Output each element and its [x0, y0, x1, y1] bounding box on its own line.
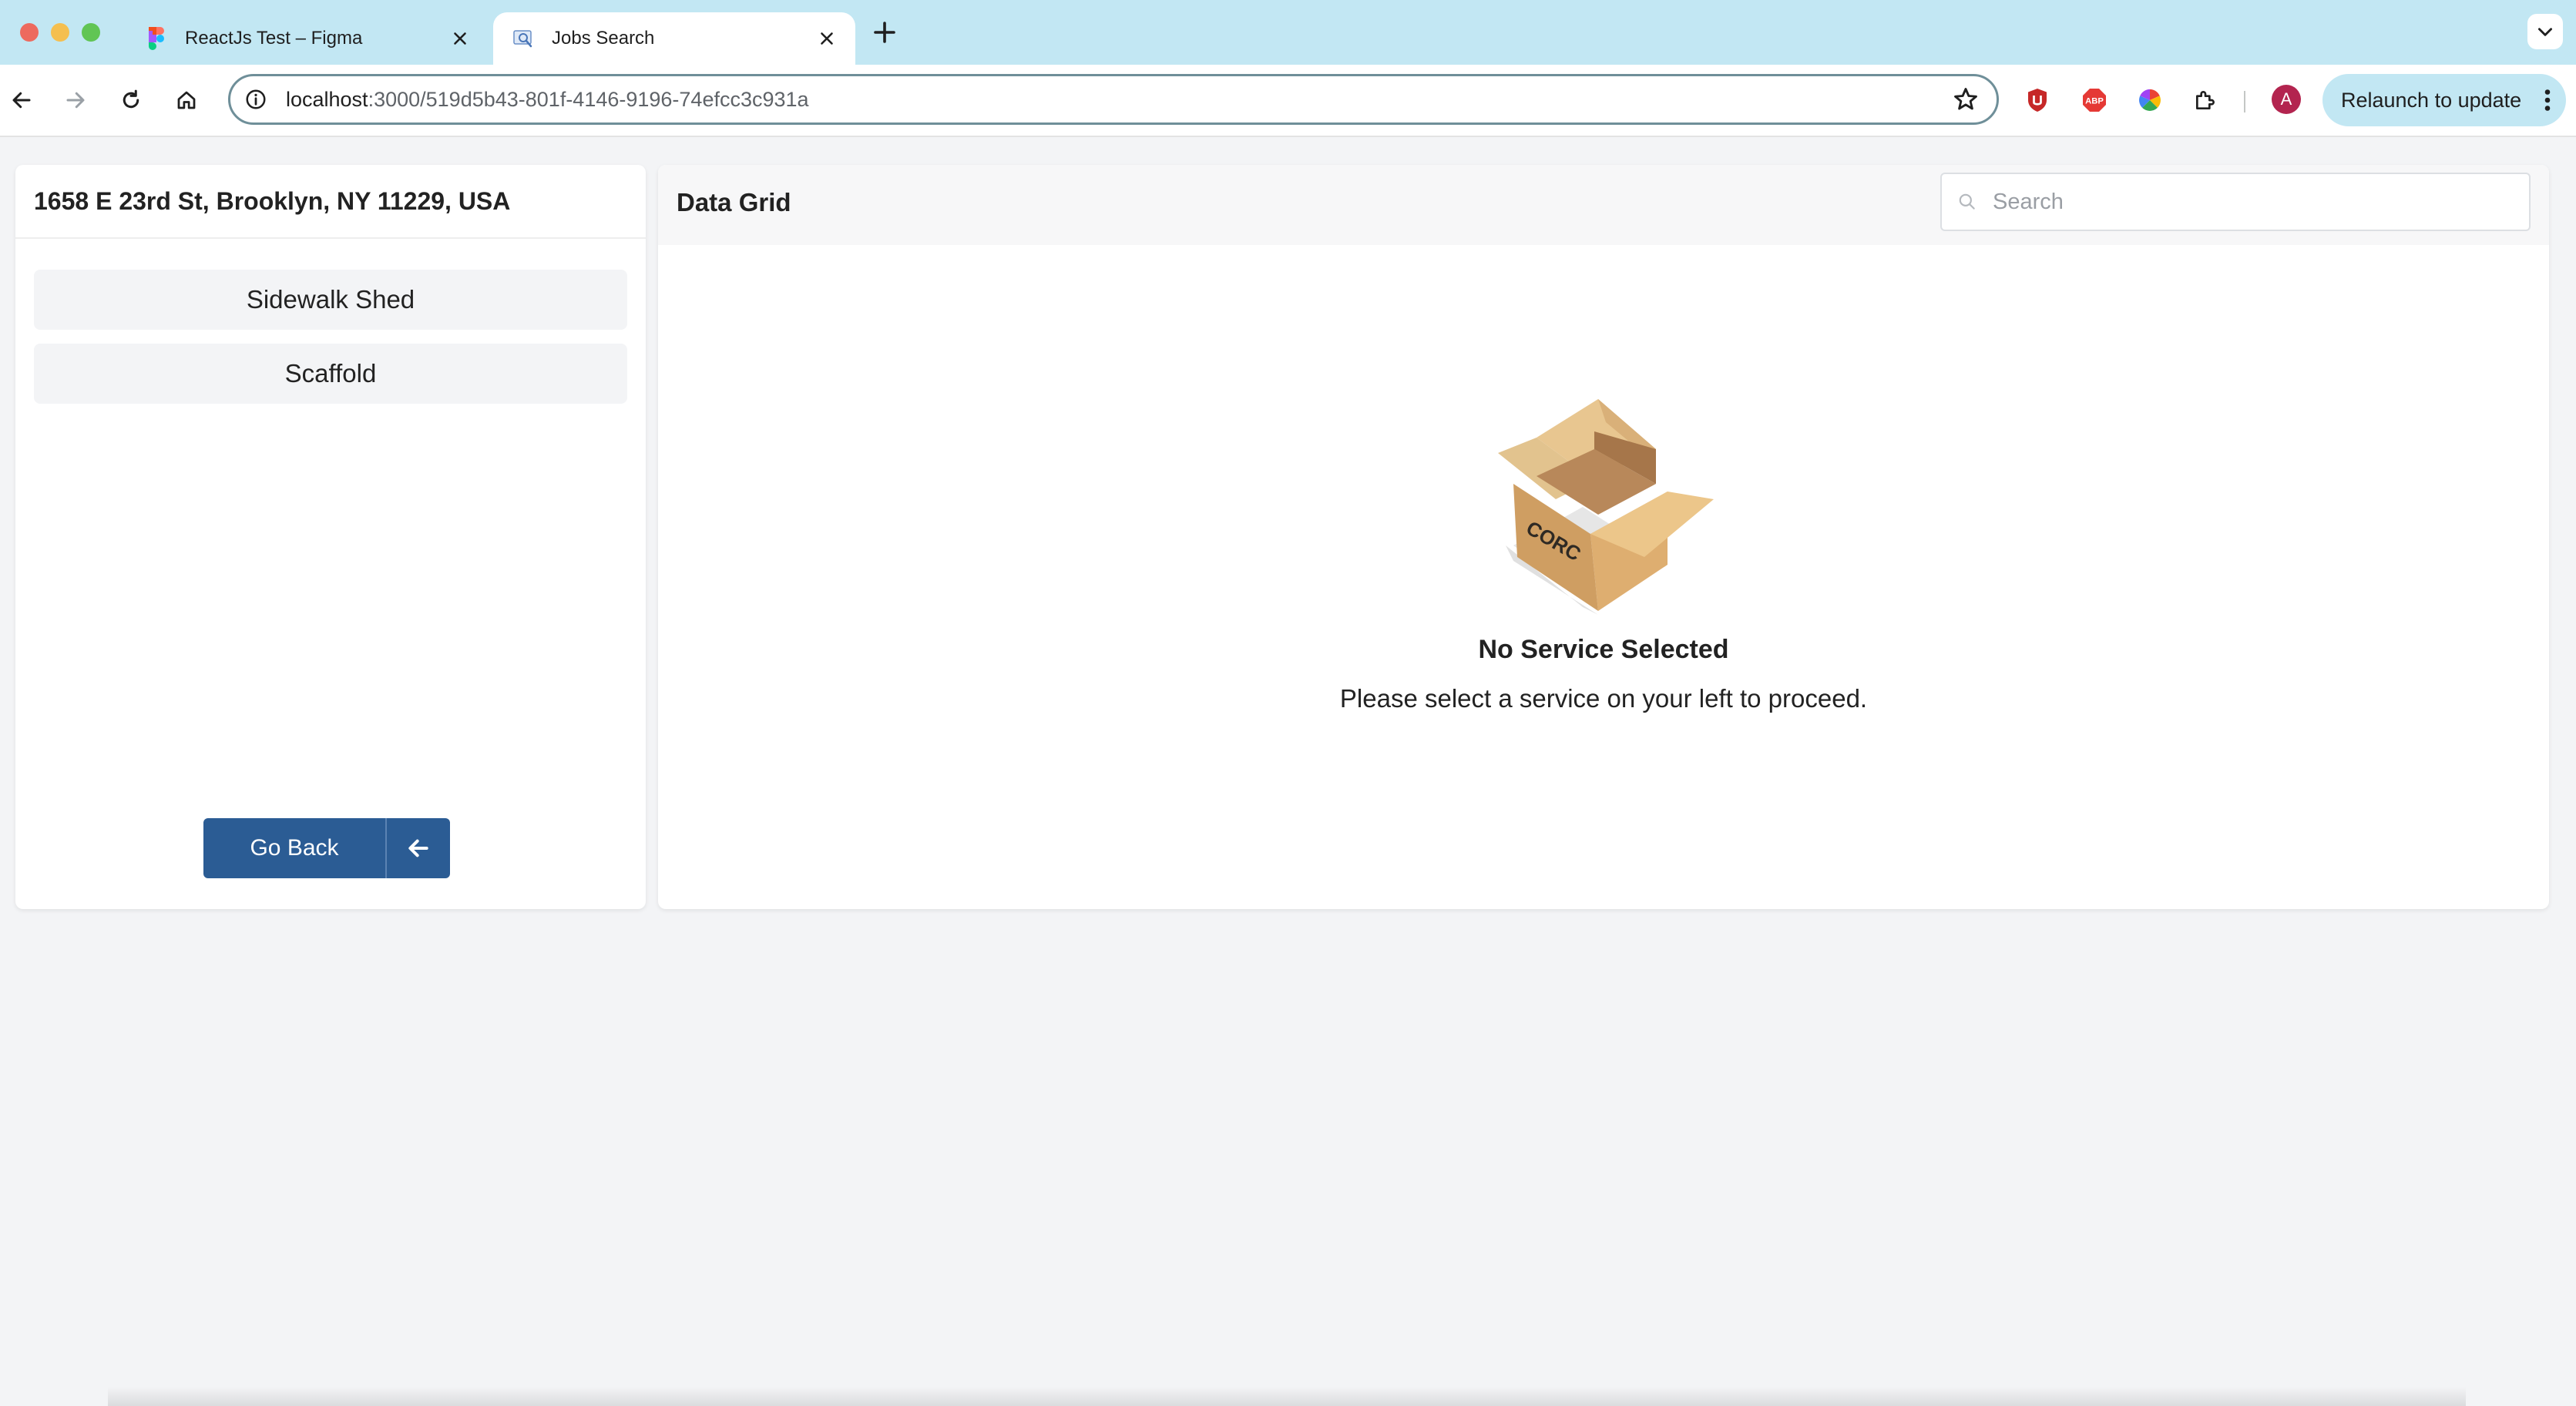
search-page-favicon-icon: [513, 30, 532, 48]
forward-button[interactable]: [59, 83, 92, 117]
url-text[interactable]: localhost:3000/519d5b43-801f-4146-9196-7…: [286, 88, 1952, 112]
adblock-plus-icon[interactable]: ABP: [2077, 83, 2111, 117]
new-tab-plus-icon[interactable]: [871, 18, 898, 46]
service-sidewalk-shed-button[interactable]: Sidewalk Shed: [34, 270, 627, 330]
bookmark-star-icon[interactable]: [1952, 86, 1980, 113]
figma-icon: [149, 27, 164, 50]
arrow-left-icon: [387, 818, 450, 878]
arrow-left-icon: [12, 92, 31, 109]
maximize-window-button[interactable]: [82, 23, 100, 42]
tab-title: Jobs Search: [552, 28, 655, 49]
empty-state-message: Please select a service on your left to …: [1339, 684, 1868, 713]
browser-window: ReactJs Test – Figma Jobs Search localho…: [0, 0, 2576, 1406]
close-tab-icon[interactable]: [450, 29, 470, 49]
back-button[interactable]: [5, 83, 39, 117]
close-window-button[interactable]: [20, 23, 39, 42]
services-panel: 1658 E 23rd St, Brooklyn, NY 11229, USA …: [15, 165, 646, 909]
more-menu-icon[interactable]: [2540, 86, 2555, 114]
search-icon: [1959, 193, 1975, 210]
data-grid-title: Data Grid: [677, 188, 791, 216]
close-tab-icon[interactable]: [817, 29, 837, 49]
home-button[interactable]: [170, 83, 203, 117]
reload-button[interactable]: [114, 83, 148, 117]
empty-box-illustration: CORC: [1498, 399, 1714, 615]
toolbar-divider: [2244, 91, 2245, 112]
tab-search-button[interactable]: [2527, 14, 2563, 49]
data-grid-header: Data Grid: [658, 165, 2549, 245]
address-bar[interactable]: localhost:3000/519d5b43-801f-4146-9196-7…: [228, 74, 1999, 125]
service-scaffold-button[interactable]: Scaffold: [34, 344, 627, 404]
tab-jobs-search[interactable]: Jobs Search: [493, 12, 855, 65]
site-info-icon[interactable]: [244, 88, 267, 111]
extensions-puzzle-icon[interactable]: [2188, 83, 2222, 117]
arrow-right-icon: [66, 92, 85, 109]
search-input[interactable]: [1991, 188, 2529, 216]
url-path: :3000/519d5b43-801f-4146-9196-74efcc3c93…: [368, 87, 809, 111]
go-back-label: Go Back: [203, 818, 387, 878]
tab-title: ReactJs Test – Figma: [185, 28, 363, 49]
go-back-button[interactable]: Go Back: [203, 818, 450, 878]
address-heading: 1658 E 23rd St, Brooklyn, NY 11229, USA: [15, 165, 646, 239]
home-icon: [177, 91, 196, 109]
color-picker-icon[interactable]: [2133, 83, 2167, 117]
chevron-down-icon: [2538, 28, 2552, 36]
ublock-icon[interactable]: [2020, 83, 2054, 117]
relaunch-label: Relaunch to update: [2341, 88, 2522, 112]
profile-avatar[interactable]: A: [2272, 85, 2301, 114]
relaunch-to-update-button[interactable]: Relaunch to update: [2322, 74, 2566, 126]
tab-figma[interactable]: ReactJs Test – Figma: [126, 12, 489, 65]
svg-text:ABP: ABP: [2085, 97, 2104, 106]
empty-state-title: No Service Selected: [1478, 635, 1729, 664]
minimize-window-button[interactable]: [51, 23, 69, 42]
data-grid-panel: Data Grid Search CORC No Service Selecte…: [658, 165, 2549, 909]
url-host: localhost: [286, 87, 368, 111]
tab-strip: ReactJs Test – Figma Jobs Search: [0, 0, 2576, 65]
window-bottom-shadow: [108, 1387, 2466, 1406]
reload-icon: [123, 89, 139, 109]
search-field[interactable]: [1940, 173, 2531, 231]
browser-toolbar: localhost:3000/519d5b43-801f-4146-9196-7…: [0, 65, 2576, 137]
